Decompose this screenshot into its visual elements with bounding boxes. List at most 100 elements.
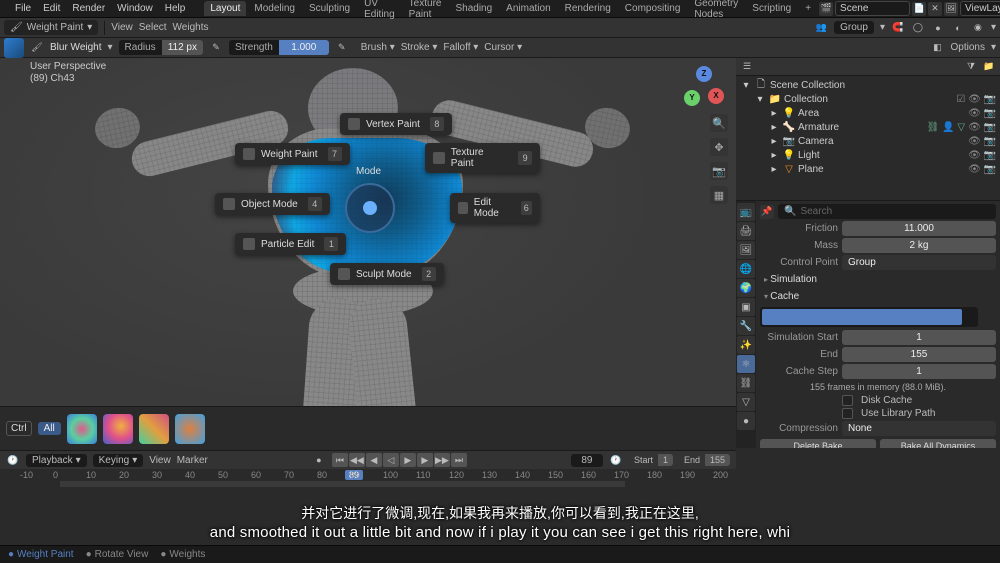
tab-animation[interactable]: Animation (500, 1, 556, 16)
brush-all-tab[interactable]: All (38, 422, 61, 435)
brush-preset-2[interactable] (103, 414, 133, 444)
tab-shading[interactable]: Shading (449, 1, 498, 16)
pie-edit-mode[interactable]: Edit Mode6 (450, 193, 540, 223)
keyframe-next-button[interactable]: ▶▶ (434, 453, 450, 467)
pie-particle-edit[interactable]: Particle Edit1 (235, 233, 346, 255)
zoom-icon[interactable]: 🔍 (710, 114, 728, 132)
scene-new-icon[interactable]: 📄 (912, 2, 926, 16)
brush-preset-4[interactable] (175, 414, 205, 444)
shading-mode-solid-icon[interactable]: ● (931, 21, 945, 35)
tool-name[interactable]: Blur Weight (50, 42, 102, 53)
options-dd[interactable]: Options (951, 42, 985, 53)
tab-modeling[interactable]: Modeling (248, 1, 301, 16)
pie-texture-paint[interactable]: Texture Paint9 (425, 143, 540, 173)
strength-pressure-icon[interactable]: ✎ (335, 41, 349, 55)
vertex-group-icon[interactable]: 👥 (814, 21, 828, 35)
playback-dd[interactable]: Playback ▾ (26, 454, 87, 467)
mask-icon[interactable]: ◧ (931, 41, 945, 55)
tab-scripting[interactable]: Scripting (746, 1, 797, 16)
brush-falloff-dd[interactable]: Falloff ▾ (443, 42, 478, 53)
hdr-select[interactable]: Select (139, 22, 167, 33)
jump-start-button[interactable]: ⏮ (332, 453, 348, 467)
mass-field[interactable]: 2 kg (842, 238, 996, 253)
brush-brush-dd[interactable]: Brush ▾ (361, 42, 395, 53)
scene-name[interactable] (835, 1, 910, 16)
shading-mode-wire-icon[interactable]: ◯ (911, 21, 925, 35)
viewlayer-icon[interactable]: 🖼 (944, 2, 958, 16)
timeline-ruler[interactable]: 89 -100102030405060708090100110120130140… (0, 469, 736, 488)
brush-preview-icon[interactable] (4, 38, 24, 58)
bake-all-button[interactable]: Bake All Dynamics (880, 439, 996, 448)
frame-next-button[interactable]: ▶ (417, 453, 433, 467)
start-frame[interactable]: Start1 (629, 454, 673, 466)
autokey-icon[interactable]: ● (312, 453, 326, 467)
friction-field[interactable]: 11.000 (842, 221, 996, 236)
disk-cache-checkbox[interactable] (842, 395, 853, 406)
tab-uv-editing[interactable]: UV Editing (358, 0, 401, 22)
keying-dd[interactable]: Keying ▾ (93, 454, 144, 467)
menu-window[interactable]: Window (112, 2, 158, 15)
persp-toggle-icon[interactable]: ▦ (710, 186, 728, 204)
tl-marker[interactable]: Marker (177, 455, 208, 466)
brush-preset-1[interactable] (67, 414, 97, 444)
view-gizmo[interactable]: ZXY (682, 66, 726, 110)
sim-start-field[interactable]: 1 (842, 330, 996, 345)
outliner-tree[interactable]: ▾🗋Scene Collection ▾📁Collection☑ 👁 📷 ▸💡A… (736, 76, 1000, 200)
tab-geometry-nodes[interactable]: Geometry Nodes (688, 0, 744, 22)
outliner-icon[interactable]: ☰ (740, 60, 754, 74)
property-tabs[interactable]: 📺 🖨 🖼 🌐 🌍 ▣ 🔧 ✨ ⚛ ⛓ ▽ ● (736, 201, 756, 448)
brush-preset-3[interactable] (139, 414, 169, 444)
end-frame[interactable]: End155 (679, 454, 730, 466)
active-group[interactable]: Group (834, 21, 874, 34)
play-rev-button[interactable]: ◁ (383, 453, 399, 467)
radius-field[interactable]: Radius 112 px (119, 40, 203, 55)
jump-end-button[interactable]: ⏭ (451, 453, 467, 467)
menu-file[interactable]: File (10, 2, 36, 15)
pie-vertex-paint[interactable]: Vertex Paint8 (340, 113, 452, 135)
tab-rendering[interactable]: Rendering (559, 1, 617, 16)
tab-sculpting[interactable]: Sculpting (303, 1, 356, 16)
outliner-light[interactable]: ▸💡Light👁 📷 (740, 148, 996, 162)
shading-mode-render-icon[interactable]: ◉ (971, 21, 985, 35)
viewlayer-name[interactable] (960, 1, 1000, 16)
pie-weight-paint[interactable]: Weight Paint7 (235, 143, 350, 165)
outliner-area[interactable]: ▸💡Area👁 📷 (740, 106, 996, 120)
pie-object-mode[interactable]: Object Mode4 (215, 193, 330, 215)
play-button[interactable]: ▶ (400, 453, 416, 467)
tl-view[interactable]: View (149, 455, 171, 466)
props-search[interactable]: 🔍 Search (778, 204, 996, 219)
timeline-icon[interactable]: 🕐 (6, 453, 20, 467)
move-view-icon[interactable]: ✥ (710, 138, 728, 156)
keyframe-prev-button[interactable]: ◀◀ (349, 453, 365, 467)
hdr-weights[interactable]: Weights (173, 22, 209, 33)
delete-bake-button[interactable]: Delete Bake (760, 439, 876, 448)
outliner-filter-icon[interactable]: ⧩ (964, 60, 978, 74)
preview-range-icon[interactable]: 🕐 (609, 453, 623, 467)
outliner-plane[interactable]: ▸▽Plane👁 📷 (740, 162, 996, 176)
outliner-camera[interactable]: ▸📷Camera👁 📷 (740, 134, 996, 148)
pie-sculpt-mode[interactable]: Sculpt Mode2 (330, 263, 444, 285)
new-collection-icon[interactable]: 📁 (982, 60, 996, 74)
mode-dropdown[interactable]: 🖌 Weight Paint ▾ (4, 20, 98, 35)
strength-field[interactable]: Strength 1.000 (229, 40, 329, 55)
menu-render[interactable]: Render (67, 2, 110, 15)
brush-stroke-dd[interactable]: Stroke ▾ (401, 42, 438, 53)
control-point-dd[interactable]: Group (842, 255, 996, 270)
menu-help[interactable]: Help (160, 2, 191, 15)
cache-slot-list[interactable] (760, 307, 978, 327)
section-simulation[interactable]: Simulation (760, 271, 996, 288)
tab-texture-paint[interactable]: Texture Paint (403, 0, 448, 22)
section-cache[interactable]: Cache (760, 288, 996, 305)
hdr-view[interactable]: View (111, 22, 133, 33)
shading-mode-matprev-icon[interactable]: ◐ (951, 21, 965, 35)
current-frame-field[interactable]: 89 (571, 454, 603, 467)
cache-step-field[interactable]: 1 (842, 364, 996, 379)
sim-end-field[interactable]: 155 (842, 347, 996, 362)
outliner-armature[interactable]: ▸🦴Armature⛓ 👤 ▽👁 📷 (740, 120, 996, 134)
tab-compositing[interactable]: Compositing (619, 1, 687, 16)
brush-cursor-dd[interactable]: Cursor ▾ (484, 42, 522, 53)
radius-pressure-icon[interactable]: ✎ (209, 41, 223, 55)
frame-prev-button[interactable]: ◀ (366, 453, 382, 467)
props-pin-icon[interactable]: 📌 (760, 205, 774, 219)
scene-del-icon[interactable]: ✕ (928, 2, 942, 16)
